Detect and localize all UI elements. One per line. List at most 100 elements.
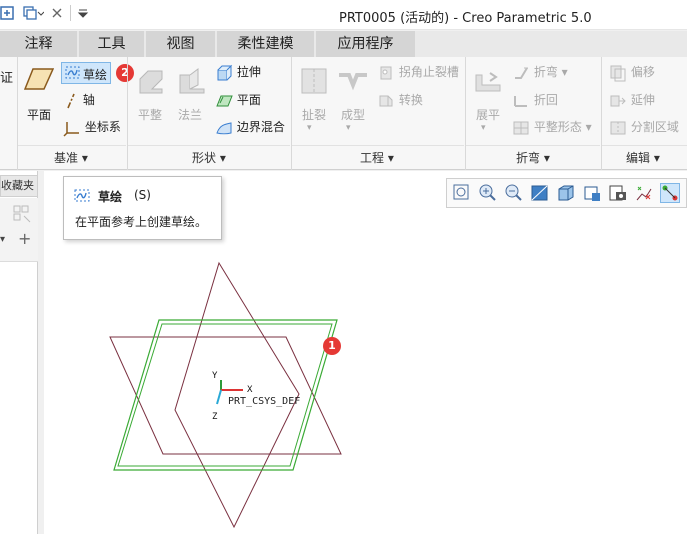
flange-button[interactable] bbox=[176, 65, 208, 97]
convert-button[interactable]: 转换 bbox=[377, 91, 423, 110]
tooltip-description: 在平面参考上创建草绘。 bbox=[75, 215, 208, 229]
boundary-blend-button[interactable]: 边界混合 bbox=[215, 118, 285, 137]
regenerate-icon[interactable] bbox=[0, 5, 16, 21]
csys-icon bbox=[63, 121, 79, 137]
rip-dropdown-icon[interactable]: ▾ bbox=[307, 123, 312, 133]
flatten-button[interactable] bbox=[136, 65, 168, 97]
engineering-group-label: 工程 bbox=[360, 151, 385, 165]
sketch-button[interactable]: 草绘 bbox=[61, 62, 111, 84]
datum-plane-front[interactable] bbox=[174, 261, 300, 529]
corner-relief-button[interactable]: 拐角止裂槽 bbox=[377, 63, 459, 82]
divider bbox=[602, 145, 687, 146]
sketch-icon bbox=[65, 66, 80, 79]
zoom-in-icon[interactable] bbox=[478, 183, 498, 203]
rip-label: 扯裂 bbox=[302, 108, 327, 122]
favorites-tab[interactable]: 收藏夹 bbox=[0, 175, 38, 197]
boundary-blend-label: 边界混合 bbox=[236, 120, 285, 134]
datum-display-icon[interactable] bbox=[634, 183, 654, 203]
show-options-icon[interactable] bbox=[12, 204, 34, 224]
divider bbox=[17, 57, 18, 170]
tab-view[interactable]: 视图 bbox=[146, 31, 216, 57]
flat-pattern-button[interactable]: 平整形态 ▾ bbox=[512, 118, 592, 137]
divider bbox=[18, 145, 126, 146]
form-button[interactable] bbox=[337, 65, 369, 97]
saved-views-icon[interactable] bbox=[582, 183, 602, 203]
split-area-button[interactable]: 分割区域 bbox=[609, 118, 679, 137]
datum-group-dropdown[interactable]: 基准 ▾ bbox=[54, 149, 88, 166]
bend-back-button[interactable]: 折回 bbox=[512, 91, 558, 110]
divider bbox=[128, 145, 290, 146]
repaint-icon[interactable] bbox=[530, 183, 550, 203]
bend-button[interactable]: 折弯 ▾ bbox=[512, 63, 568, 82]
offset-icon bbox=[610, 65, 626, 81]
engineering-group-dropdown[interactable]: 工程 ▾ bbox=[360, 149, 394, 166]
unbend-button[interactable] bbox=[472, 65, 504, 97]
form-icon bbox=[339, 73, 367, 91]
customize-dropdown-icon[interactable] bbox=[77, 5, 89, 21]
csys-z-label: Z bbox=[212, 412, 218, 422]
extend-button[interactable]: 延伸 bbox=[609, 91, 655, 110]
unbend-label: 展平 bbox=[476, 108, 501, 122]
editing-group-dropdown[interactable]: 编辑 ▾ bbox=[626, 149, 660, 166]
datum-plane-right-selected[interactable] bbox=[113, 319, 338, 471]
rip-button[interactable] bbox=[298, 65, 330, 97]
flatten-label: 平整 bbox=[138, 108, 163, 122]
plane-shape-button[interactable]: 平面 bbox=[215, 91, 261, 110]
title-bar: PRT0005 (活动的) - Creo Parametric 5.0 bbox=[0, 0, 687, 30]
tooltip-title: 草绘 bbox=[98, 190, 123, 204]
tab-tools[interactable]: 工具 bbox=[79, 31, 145, 57]
tab-annotate[interactable]: 注释 bbox=[0, 31, 78, 57]
form-label: 成型 bbox=[341, 108, 366, 122]
csys-label: 坐标系 bbox=[84, 120, 121, 134]
sketch-badge: 2 bbox=[116, 64, 134, 82]
tab-flexible-modeling[interactable]: 柔性建模 bbox=[217, 31, 315, 57]
sketch-tooltip: 草绘 (S) 在平面参考上创建草绘。 bbox=[63, 176, 222, 240]
model-tree-panel: 收藏夹 ▾ + bbox=[0, 171, 38, 534]
tooltip-shortcut: (S) bbox=[134, 188, 151, 202]
bend-icon bbox=[515, 66, 528, 79]
flat-pattern-icon bbox=[513, 121, 529, 134]
form-dropdown-icon[interactable]: ▾ bbox=[346, 123, 351, 133]
corner-relief-icon bbox=[380, 66, 392, 79]
axis-label: 轴 bbox=[82, 93, 95, 107]
windows-icon[interactable] bbox=[22, 5, 45, 21]
split-area-icon bbox=[610, 121, 626, 134]
csys-name-label: PRT_CSYS_DEF bbox=[228, 396, 300, 407]
divider bbox=[291, 57, 292, 170]
shapes-group-dropdown[interactable]: 形状 ▾ bbox=[192, 149, 226, 166]
close-window-icon[interactable] bbox=[50, 5, 64, 21]
offset-button[interactable]: 偏移 bbox=[609, 63, 655, 82]
extrude-button[interactable]: 拉伸 bbox=[215, 63, 261, 82]
display-style-icon[interactable] bbox=[556, 183, 576, 203]
quick-access-toolbar bbox=[0, 5, 89, 21]
convert-label: 转换 bbox=[398, 93, 423, 107]
expand-dropdown-icon[interactable]: ▾ bbox=[0, 234, 5, 245]
datum-plane-top[interactable] bbox=[109, 336, 342, 455]
zoom-out-icon[interactable] bbox=[504, 183, 524, 203]
axis-button[interactable]: 轴 bbox=[63, 91, 95, 110]
view-manager-icon[interactable] bbox=[608, 183, 628, 203]
partial-label: 证 bbox=[0, 71, 14, 86]
add-icon[interactable]: + bbox=[18, 229, 31, 248]
flat-pattern-label: 平整形态 bbox=[533, 120, 582, 134]
unbend-dropdown-icon[interactable]: ▾ bbox=[481, 123, 486, 133]
csys-x-label: X bbox=[247, 385, 253, 395]
plane-label: 平面 bbox=[27, 108, 52, 122]
sketch-label: 草绘 bbox=[83, 68, 108, 82]
datum-plane-button[interactable] bbox=[24, 65, 54, 93]
refit-icon[interactable] bbox=[452, 183, 472, 203]
csys-button[interactable]: 坐标系 bbox=[63, 118, 121, 137]
ribbon-tabs: 注释 工具 视图 柔性建模 应用程序 bbox=[0, 31, 687, 57]
bends-group-label: 折弯 bbox=[516, 151, 541, 165]
tab-applications[interactable]: 应用程序 bbox=[316, 31, 416, 57]
unbend-icon bbox=[475, 72, 501, 92]
offset-label: 偏移 bbox=[630, 65, 655, 79]
annotation-display-icon[interactable] bbox=[660, 183, 680, 203]
view-toolbar bbox=[446, 178, 687, 208]
ribbon: 证 平面 草绘 2 轴 坐标系 基准 ▾ 平整 法兰 拉伸 平面 边界混合 形状… bbox=[0, 57, 687, 170]
shapes-group-label: 形状 bbox=[192, 151, 217, 165]
bends-group-dropdown[interactable]: 折弯 ▾ bbox=[516, 149, 550, 166]
divider bbox=[601, 57, 602, 170]
divider bbox=[292, 145, 464, 146]
flatten-icon bbox=[139, 70, 163, 94]
